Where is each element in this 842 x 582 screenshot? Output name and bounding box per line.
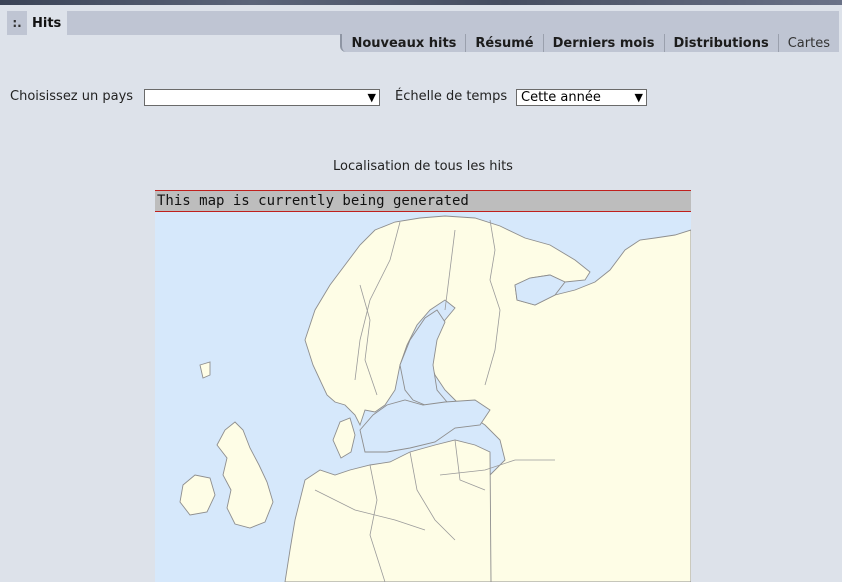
time-scale-select[interactable]: Cette année ▼ — [516, 89, 647, 106]
tab-hits[interactable]: :. Hits — [7, 11, 68, 35]
subtab-cartes[interactable]: Cartes — [777, 34, 839, 52]
chevron-down-icon: ▼ — [367, 91, 376, 104]
map-title: Localisation de tous les hits — [333, 159, 513, 174]
subtab-nouveaux-hits[interactable]: Nouveaux hits — [342, 34, 465, 52]
hits-map[interactable]: This map is currently being generated — [155, 190, 691, 582]
subtab-distributions[interactable]: Distributions — [663, 34, 778, 52]
map-status-banner: This map is currently being generated — [155, 190, 691, 212]
europe-map-graphic — [179, 215, 691, 582]
time-scale-label: Échelle de temps — [395, 89, 508, 104]
subtab-resume[interactable]: Résumé — [465, 34, 542, 52]
time-scale-value: Cette année — [521, 90, 601, 105]
subtab-bar: Nouveaux hits Résumé Derniers mois Distr… — [340, 34, 839, 52]
tab-prefix: :. — [7, 11, 27, 35]
country-select[interactable]: ▼ — [144, 89, 380, 106]
top-decoration-strip — [0, 0, 842, 5]
header-tab-bar — [7, 11, 839, 35]
country-label: Choisissez un pays — [10, 89, 134, 104]
tab-hits-label: Hits — [32, 15, 62, 31]
subtab-derniers-mois[interactable]: Derniers mois — [542, 34, 664, 52]
chevron-down-icon: ▼ — [634, 91, 643, 104]
